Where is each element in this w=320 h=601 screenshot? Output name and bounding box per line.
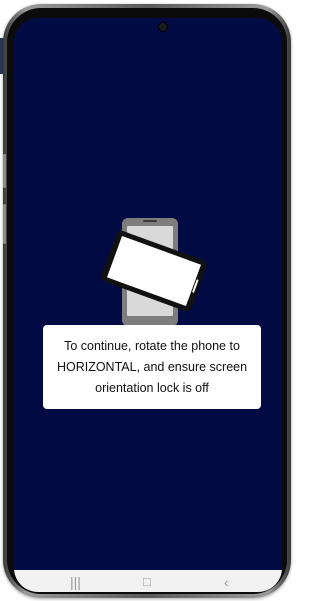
navigation-bar: ||| □ ‹	[14, 570, 282, 592]
power-button	[3, 204, 6, 244]
phone-screen: To continue, rotate the phone to HORIZON…	[14, 18, 282, 592]
volume-button	[3, 154, 6, 188]
phone-frame: To continue, rotate the phone to HORIZON…	[3, 4, 291, 598]
rotate-instruction-card: To continue, rotate the phone to HORIZON…	[43, 325, 261, 409]
front-camera	[158, 22, 168, 32]
recent-apps-icon[interactable]: |||	[70, 575, 81, 589]
phone-rotate-icon	[101, 218, 207, 326]
back-icon[interactable]: ‹	[224, 575, 229, 589]
rotate-instruction-text: To continue, rotate the phone to HORIZON…	[56, 338, 248, 395]
home-icon[interactable]: □	[143, 575, 151, 589]
